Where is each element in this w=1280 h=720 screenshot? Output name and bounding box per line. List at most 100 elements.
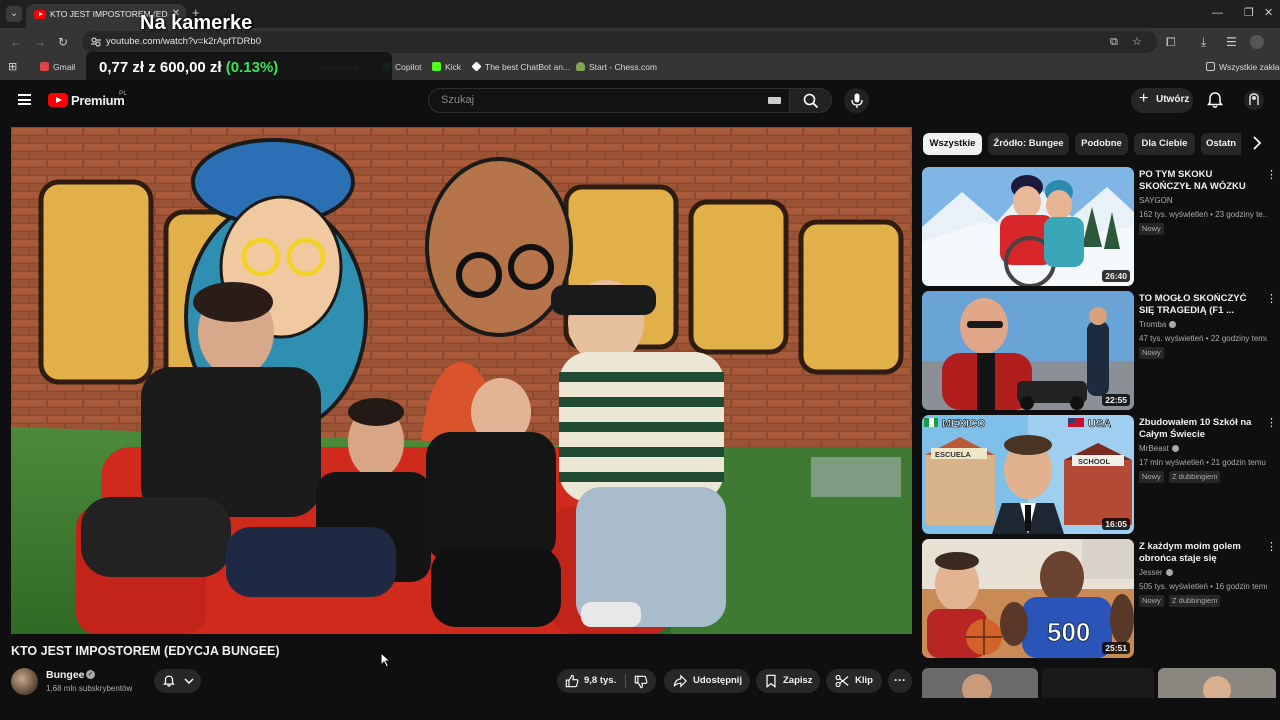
video-thumbnail[interactable]: 500 25:51	[922, 539, 1134, 658]
thumbnail-image: 500	[922, 539, 1134, 658]
subscription-notifications-button[interactable]	[154, 669, 201, 693]
bookmark-chatbot[interactable]: The best ChatBot an...	[471, 61, 570, 72]
tab-search-button[interactable]: ⌄	[6, 6, 22, 22]
more-options-icon[interactable]: ⋮	[1266, 293, 1277, 305]
recommended-video[interactable]: 500 25:51 Z każdym moim golem obrońca st…	[922, 539, 1277, 659]
bookmark-icon	[766, 674, 776, 688]
keyboard-icon[interactable]	[768, 97, 781, 104]
video-frame	[11, 127, 912, 634]
video-thumbnail-partial[interactable]	[922, 668, 1038, 698]
chatbot-icon	[471, 61, 482, 72]
save-button[interactable]: Zapisz	[756, 669, 820, 693]
thumb-jersey-number: 500	[1047, 617, 1090, 647]
apps-grid-icon[interactable]: ⊞	[8, 60, 17, 73]
close-window-button[interactable]: ✕	[1264, 6, 1273, 20]
create-button[interactable]: + Utwórz	[1131, 88, 1193, 113]
search-input[interactable]: Szukaj	[441, 94, 741, 106]
channel-avatar[interactable]	[11, 668, 38, 695]
recommended-video-meta: 162 tys. wyświetleń • 23 godziny te...	[1139, 210, 1267, 219]
more-options-icon[interactable]: ⋮	[1266, 541, 1277, 553]
share-arrow-icon	[673, 674, 687, 688]
chip-from-channel[interactable]: Źródło: Bungee	[988, 133, 1069, 155]
donation-percent: (0.13%)	[225, 59, 279, 76]
bookmark-gmail[interactable]: Gmail	[40, 62, 75, 72]
reading-list-icon[interactable]: ☰	[1226, 34, 1237, 50]
like-button[interactable]: 9,8 tys.	[557, 669, 625, 693]
reload-button[interactable]: ↻	[58, 34, 68, 50]
more-options-icon[interactable]: ⋮	[1266, 417, 1277, 429]
like-count: 9,8 tys.	[584, 675, 617, 686]
dislike-button[interactable]	[626, 669, 656, 693]
search-icon	[803, 93, 819, 109]
more-actions-icon[interactable]: ···	[888, 669, 912, 693]
bookmark-star-icon[interactable]: ☆	[1132, 36, 1142, 48]
youtube-logo-icon[interactable]	[48, 93, 68, 107]
gmail-icon	[40, 62, 49, 71]
video-duration: 26:40	[1102, 270, 1130, 282]
back-button[interactable]: ←	[10, 34, 22, 50]
maximize-button[interactable]: ❐	[1244, 6, 1254, 20]
notifications-bell-icon[interactable]	[1205, 90, 1225, 110]
search-button[interactable]	[790, 88, 832, 113]
recommended-video-channel[interactable]: Tromba	[1139, 320, 1177, 329]
downloads-icon[interactable]: ⤓	[1201, 34, 1206, 50]
channel-name[interactable]: Bungee	[46, 669, 85, 681]
chevron-right-icon[interactable]	[1252, 136, 1262, 150]
video-thumbnail[interactable]: 26:40	[922, 167, 1134, 286]
dubbed-badge: Z dubbingiem	[1169, 595, 1221, 607]
recommended-video[interactable]: 22:55 TO MOGŁO SKOŃCZYĆ SIĘ TRAGEDIĄ (F1…	[922, 291, 1277, 411]
chip-related[interactable]: Podobne	[1075, 133, 1128, 155]
thumb-text-mexico: MEXICO	[942, 418, 986, 430]
video-thumbnail[interactable]: 22:55	[922, 291, 1134, 410]
bookmark-chess[interactable]: Start - Chess.com	[576, 62, 657, 72]
voice-search-button[interactable]	[844, 88, 869, 113]
avatar-icon	[1249, 93, 1259, 105]
youtube-favicon-icon	[34, 10, 46, 19]
like-dislike-group: 9,8 tys.	[557, 669, 656, 693]
all-bookmarks-folder[interactable]: Wszystkie zakład	[1206, 62, 1280, 72]
more-options-icon[interactable]: ⋮	[1266, 169, 1277, 181]
share-button[interactable]: Udostępnij	[664, 669, 750, 693]
video-duration: 25:51	[1102, 642, 1130, 654]
recommended-video-channel[interactable]: MrBeast	[1139, 444, 1179, 453]
chip-for-you[interactable]: Dla Ciebie	[1134, 133, 1195, 155]
bookmark-kick[interactable]: Kick	[432, 62, 461, 72]
thumb-sign-escuela: ESCUELA	[935, 450, 971, 459]
minimize-button[interactable]: —	[1212, 6, 1223, 20]
recommended-video-title[interactable]: Zbudowałem 10 Szkół na Całym Świecie	[1139, 417, 1257, 441]
recommended-video-channel[interactable]: SAYGON	[1139, 196, 1173, 205]
scissors-icon	[835, 674, 849, 688]
recommended-video-title[interactable]: TO MOGŁO SKOŃCZYĆ SIĘ TRAGEDIĄ (F1 ...	[1139, 293, 1257, 317]
chess-pawn-icon	[576, 62, 585, 71]
thumb-sign-school: SCHOOL	[1078, 457, 1111, 466]
youtube-premium-wordmark[interactable]: Premium	[71, 93, 125, 108]
plus-icon: +	[1139, 90, 1149, 107]
recommended-video-channel[interactable]: Jesser	[1139, 568, 1173, 577]
video-thumbnail[interactable]: MEXICO USA ESCUELA SCHOOL 16:05	[922, 415, 1134, 534]
recommended-video-title[interactable]: Z każdym moim golem obrońca staje się si…	[1139, 541, 1257, 566]
forward-button[interactable]: →	[34, 34, 46, 50]
video-thumbnail-partial[interactable]	[1042, 668, 1154, 698]
profile-icon[interactable]	[1250, 35, 1264, 49]
create-label: Utwórz	[1156, 94, 1190, 105]
recommended-video[interactable]: MEXICO USA ESCUELA SCHOOL 16:05 Zbudował…	[922, 415, 1277, 535]
chip-recent[interactable]: Ostatn	[1201, 133, 1241, 155]
site-info-icon[interactable]	[90, 36, 102, 48]
new-badge: Nowy	[1139, 347, 1164, 359]
recommended-video[interactable]: 26:40 PO TYM SKOKU SKOŃCZYŁ NA WÓZKU SAY…	[922, 167, 1277, 287]
thumbs-up-icon	[565, 674, 579, 688]
video-player[interactable]	[11, 127, 912, 634]
extensions-icon[interactable]: ⧠	[1166, 34, 1176, 50]
chip-all[interactable]: Wszystkie	[923, 133, 982, 155]
thumbnail-image	[922, 291, 1134, 410]
recommended-video-title[interactable]: PO TYM SKOKU SKOŃCZYŁ NA WÓZKU	[1139, 169, 1257, 193]
search-box[interactable]: Szukaj	[428, 88, 790, 113]
menu-icon[interactable]	[18, 94, 31, 105]
stream-overlay-title: Na kamerke	[140, 12, 253, 34]
video-thumbnail-partial[interactable]	[1158, 668, 1276, 698]
account-avatar[interactable]	[1244, 90, 1264, 110]
install-app-icon[interactable]: ⧉	[1110, 36, 1118, 48]
folder-icon	[1206, 62, 1215, 71]
clip-button[interactable]: Klip	[826, 669, 882, 693]
country-code: PL	[119, 90, 127, 97]
